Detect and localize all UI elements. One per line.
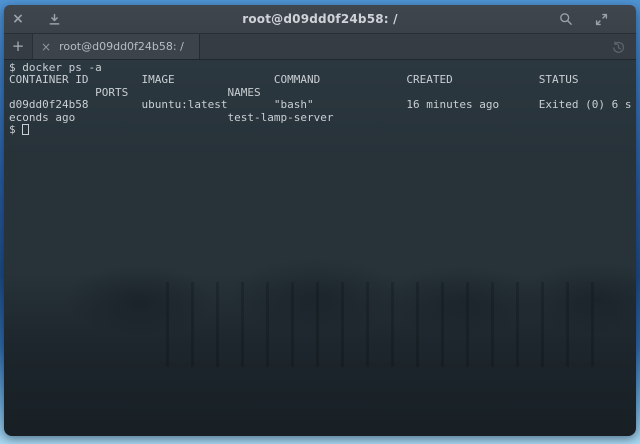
fullscreen-button[interactable] xyxy=(590,8,612,30)
terminal-output: $ docker ps -a CONTAINER ID IMAGE COMMAN… xyxy=(4,60,636,436)
plus-icon: + xyxy=(12,39,25,54)
search-button[interactable] xyxy=(555,8,577,30)
terminal-line-row-1: d09dd0f24b58 ubuntu:latest "bash" 16 min… xyxy=(9,99,636,111)
tab-bar: + × root@d09dd0f24b58: / xyxy=(4,34,636,60)
terminal-line-row-2: econds ago test-lamp-server xyxy=(9,112,636,124)
terminal-cursor[interactable] xyxy=(22,124,29,135)
terminal-prompt-line: $ xyxy=(9,124,636,136)
terminal-screen[interactable]: $ docker ps -a CONTAINER ID IMAGE COMMAN… xyxy=(4,60,636,436)
terminal-line-header-1: CONTAINER ID IMAGE COMMAND CREATED STATU… xyxy=(9,74,636,86)
terminal-window: × root@d09dd0f24b58: / xyxy=(4,5,636,436)
tab-terminal-session[interactable]: × root@d09dd0f24b58: / xyxy=(33,34,200,59)
desktop: { "colors": { "titlebar_bg": "#3b4149", … xyxy=(0,0,640,444)
history-clock-icon xyxy=(611,40,626,55)
window-title: root@d09dd0f24b58: / xyxy=(4,5,636,33)
prompt: $ xyxy=(9,123,22,136)
expand-icon xyxy=(595,13,608,26)
new-tab-button[interactable]: + xyxy=(4,34,33,59)
titlebar[interactable]: × root@d09dd0f24b58: / xyxy=(4,5,636,34)
tab-close-icon[interactable]: × xyxy=(41,41,51,53)
history-button[interactable] xyxy=(610,39,626,55)
search-icon xyxy=(559,12,573,26)
tab-label: root@d09dd0f24b58: / xyxy=(59,40,184,53)
